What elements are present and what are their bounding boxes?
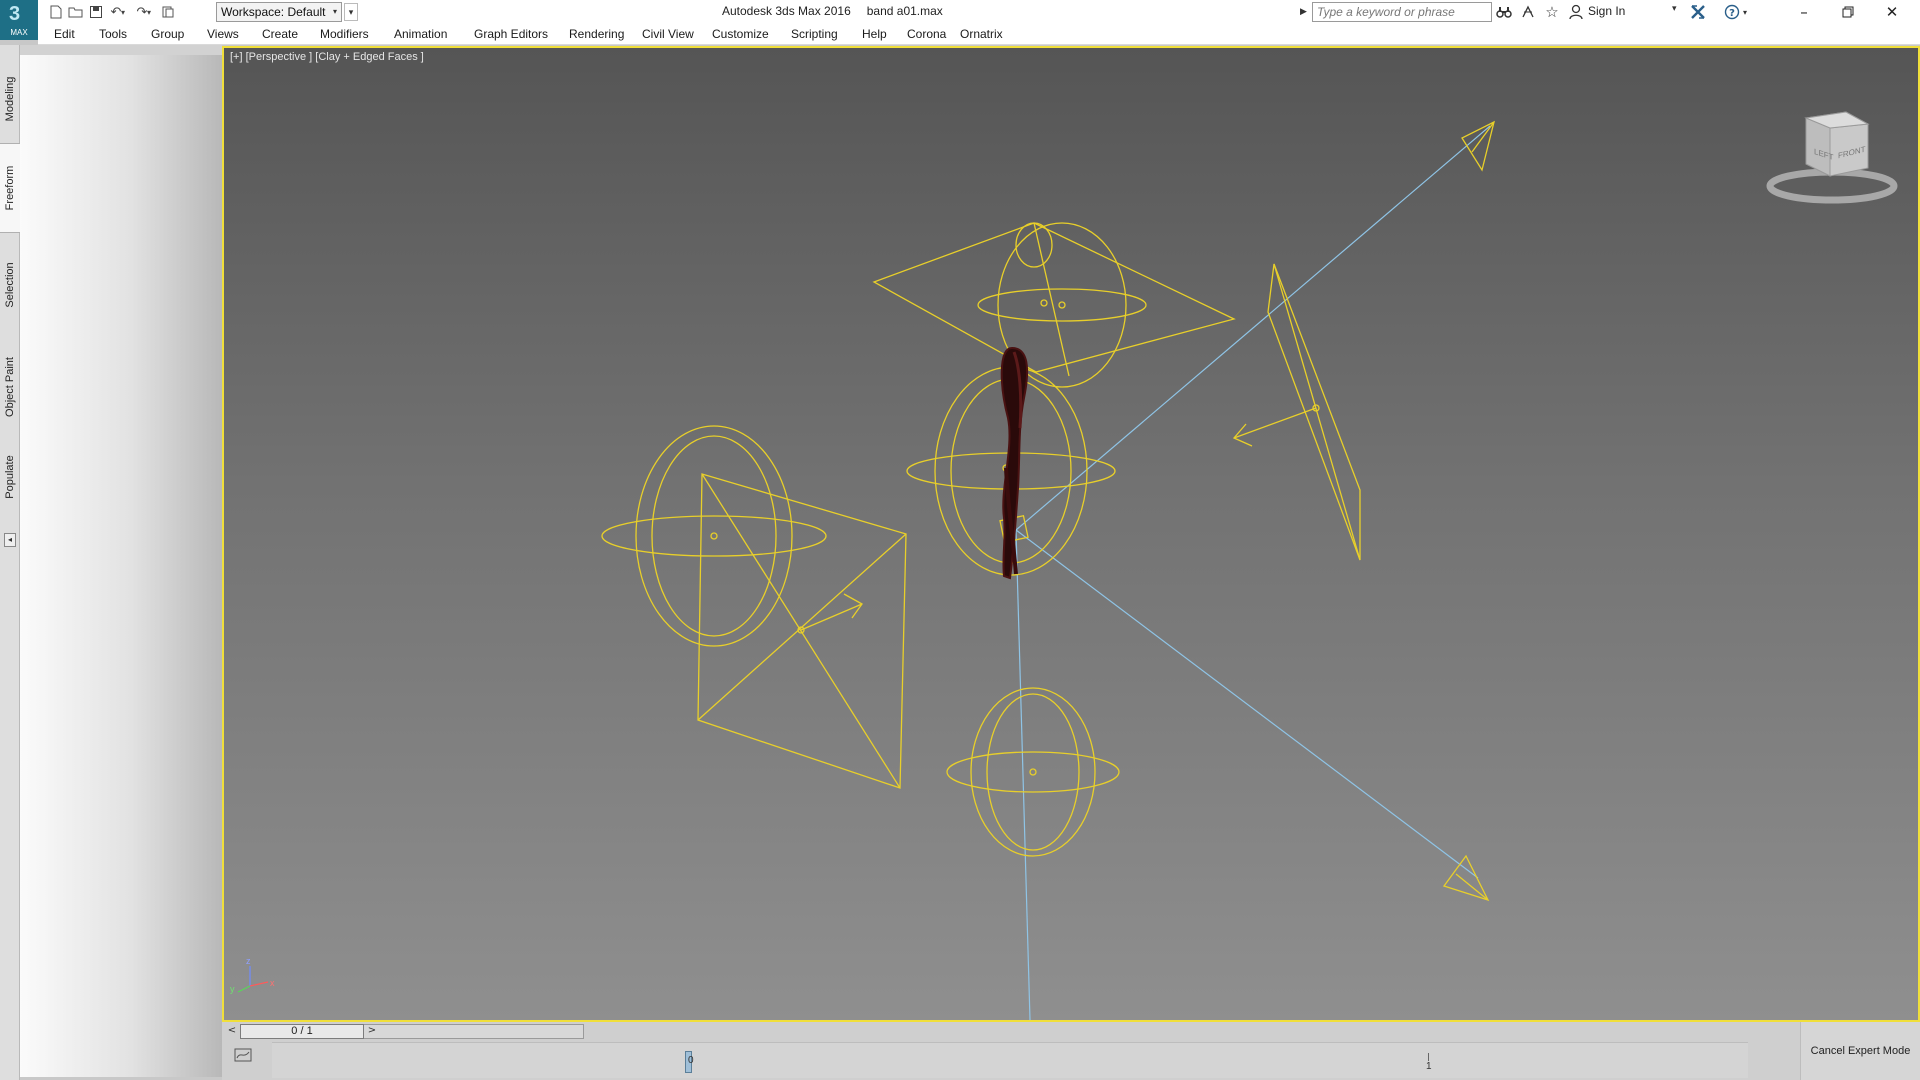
search-expand-icon[interactable]: ▶ [1300,3,1310,21]
title-bar: 3 MAX ↶ ▾ ↷ ▾ Workspace: Default ▾ ▾ Aut… [0,0,1920,40]
menu-animation[interactable]: Animation [394,27,447,41]
restore-button[interactable] [1826,0,1870,24]
search-input[interactable]: Type a keyword or phrase [1312,2,1492,22]
menu-customize[interactable]: Customize [712,27,769,41]
menu-edit[interactable]: Edit [54,27,75,41]
menu-civil-view[interactable]: Civil View [642,27,694,41]
tab-selection-label: Selection [4,262,16,308]
minimize-button[interactable]: – [1782,0,1826,24]
time-slider-prev[interactable]: < [224,1023,240,1039]
menu-rendering[interactable]: Rendering [569,27,624,41]
time-slider-next[interactable]: > [364,1023,380,1039]
logo-label: MAX [10,28,28,37]
application-menu-button[interactable]: 3 MAX [0,0,38,40]
frame-start-label: 0 [688,1055,694,1066]
right-area-light-wireframe [1232,263,1361,561]
menu-create[interactable]: Create [262,27,298,41]
help-icon[interactable]: ? [1722,2,1742,22]
3dsmax-logo-icon: 3 [9,3,21,25]
menu-corona[interactable]: Corona [907,27,946,41]
ribbon-tab-strip: Modeling Freeform Selection Object Paint… [0,45,20,1080]
time-slider-thumb[interactable]: 0 / 1 [240,1024,364,1039]
search-placeholder: Type a keyword or phrase [1317,5,1455,19]
workspace-label: Workspace: Default [221,5,326,19]
camera-bottom-right [1442,854,1490,902]
tab-selection[interactable]: Selection [0,235,20,335]
menu-views[interactable]: Views [207,27,239,41]
window-title: Autodesk 3ds Max 2016 band a01.max [722,4,943,18]
customize-toolbar-icon[interactable]: ▾ [344,3,358,21]
tab-object-paint[interactable]: Object Paint [0,337,20,437]
user-icon[interactable] [1566,2,1586,22]
bottom-light-wireframe [946,687,1120,857]
undo-dropdown-icon[interactable]: ▾ [118,3,128,21]
menu-ornatrix[interactable]: Ornatrix [960,27,1003,41]
chevron-down-icon[interactable]: ▾ [1740,2,1750,22]
menu-graph-editors[interactable]: Graph Editors [474,27,548,41]
tab-freeform-label: Freeform [4,165,16,211]
cancel-expert-mode-button[interactable]: Cancel Expert Mode [1800,1022,1920,1080]
chevron-down-icon[interactable]: ▾ [1672,4,1677,14]
ribbon-panel [20,55,222,1077]
menu-modifiers[interactable]: Modifiers [320,27,369,41]
frame-tick [1428,1053,1429,1061]
menu-scripting[interactable]: Scripting [791,27,838,41]
top-light-wireframe [872,222,1236,388]
axis-x-label: x [270,978,275,988]
timeline-area: < 0 / 1 > 0 1 Cancel Expert Mode [222,1022,1920,1080]
target-lines [1015,125,1491,1020]
communication-center-icon[interactable] [1518,2,1538,22]
menu-tools[interactable]: Tools [99,27,127,41]
scene-wireframe[interactable] [224,48,1918,1020]
save-icon[interactable] [86,3,106,21]
character-figure [1000,346,1029,580]
menu-help[interactable]: Help [862,27,887,41]
viewcube[interactable]: LEFT FRONT [1764,98,1904,208]
ribbon-panel-header [20,45,222,55]
redo-dropdown-icon[interactable]: ▾ [144,3,154,21]
menu-group[interactable]: Group [151,27,184,41]
left-light-wireframe [601,425,907,789]
camera-top-right [1461,120,1495,172]
sign-in-link[interactable]: Sign In [1588,4,1625,18]
menu-bar: Edit Tools Group Views Create Modifiers … [38,24,1920,45]
open-mini-curve-editor-icon[interactable] [232,1044,254,1066]
open-file-icon[interactable] [66,3,86,21]
close-button[interactable]: ✕ [1870,0,1914,24]
axis-y-label: y [230,984,235,994]
tab-freeform[interactable]: Freeform [0,143,20,233]
track-bar[interactable]: 0 1 [272,1042,1748,1078]
exchange-x-icon[interactable] [1688,2,1708,22]
new-file-icon[interactable] [46,3,66,21]
frame-end-label: 1 [1426,1061,1432,1072]
tab-populate-label: Populate [4,455,16,499]
svg-text:?: ? [1729,8,1735,19]
app-title: Autodesk 3ds Max 2016 [722,4,851,18]
file-name: band a01.max [866,4,943,18]
project-folder-icon[interactable] [158,3,178,21]
tab-object-paint-label: Object Paint [4,357,16,417]
workspace-dropdown[interactable]: Workspace: Default ▾ [216,2,342,22]
axis-z-label: z [246,956,251,966]
tab-modeling[interactable]: Modeling [0,60,20,138]
favorites-star-icon[interactable]: ☆ [1542,2,1562,22]
tab-modeling-label: Modeling [4,76,16,122]
perspective-viewport[interactable]: [+] [Perspective ] [Clay + Edged Faces ] [222,46,1920,1022]
axis-tripod [237,966,269,993]
ribbon-collapse-button[interactable]: ◂ [4,533,16,547]
chevron-down-icon: ▾ [332,7,337,16]
binoculars-icon[interactable] [1494,2,1514,22]
tab-populate[interactable]: Populate [0,437,20,517]
